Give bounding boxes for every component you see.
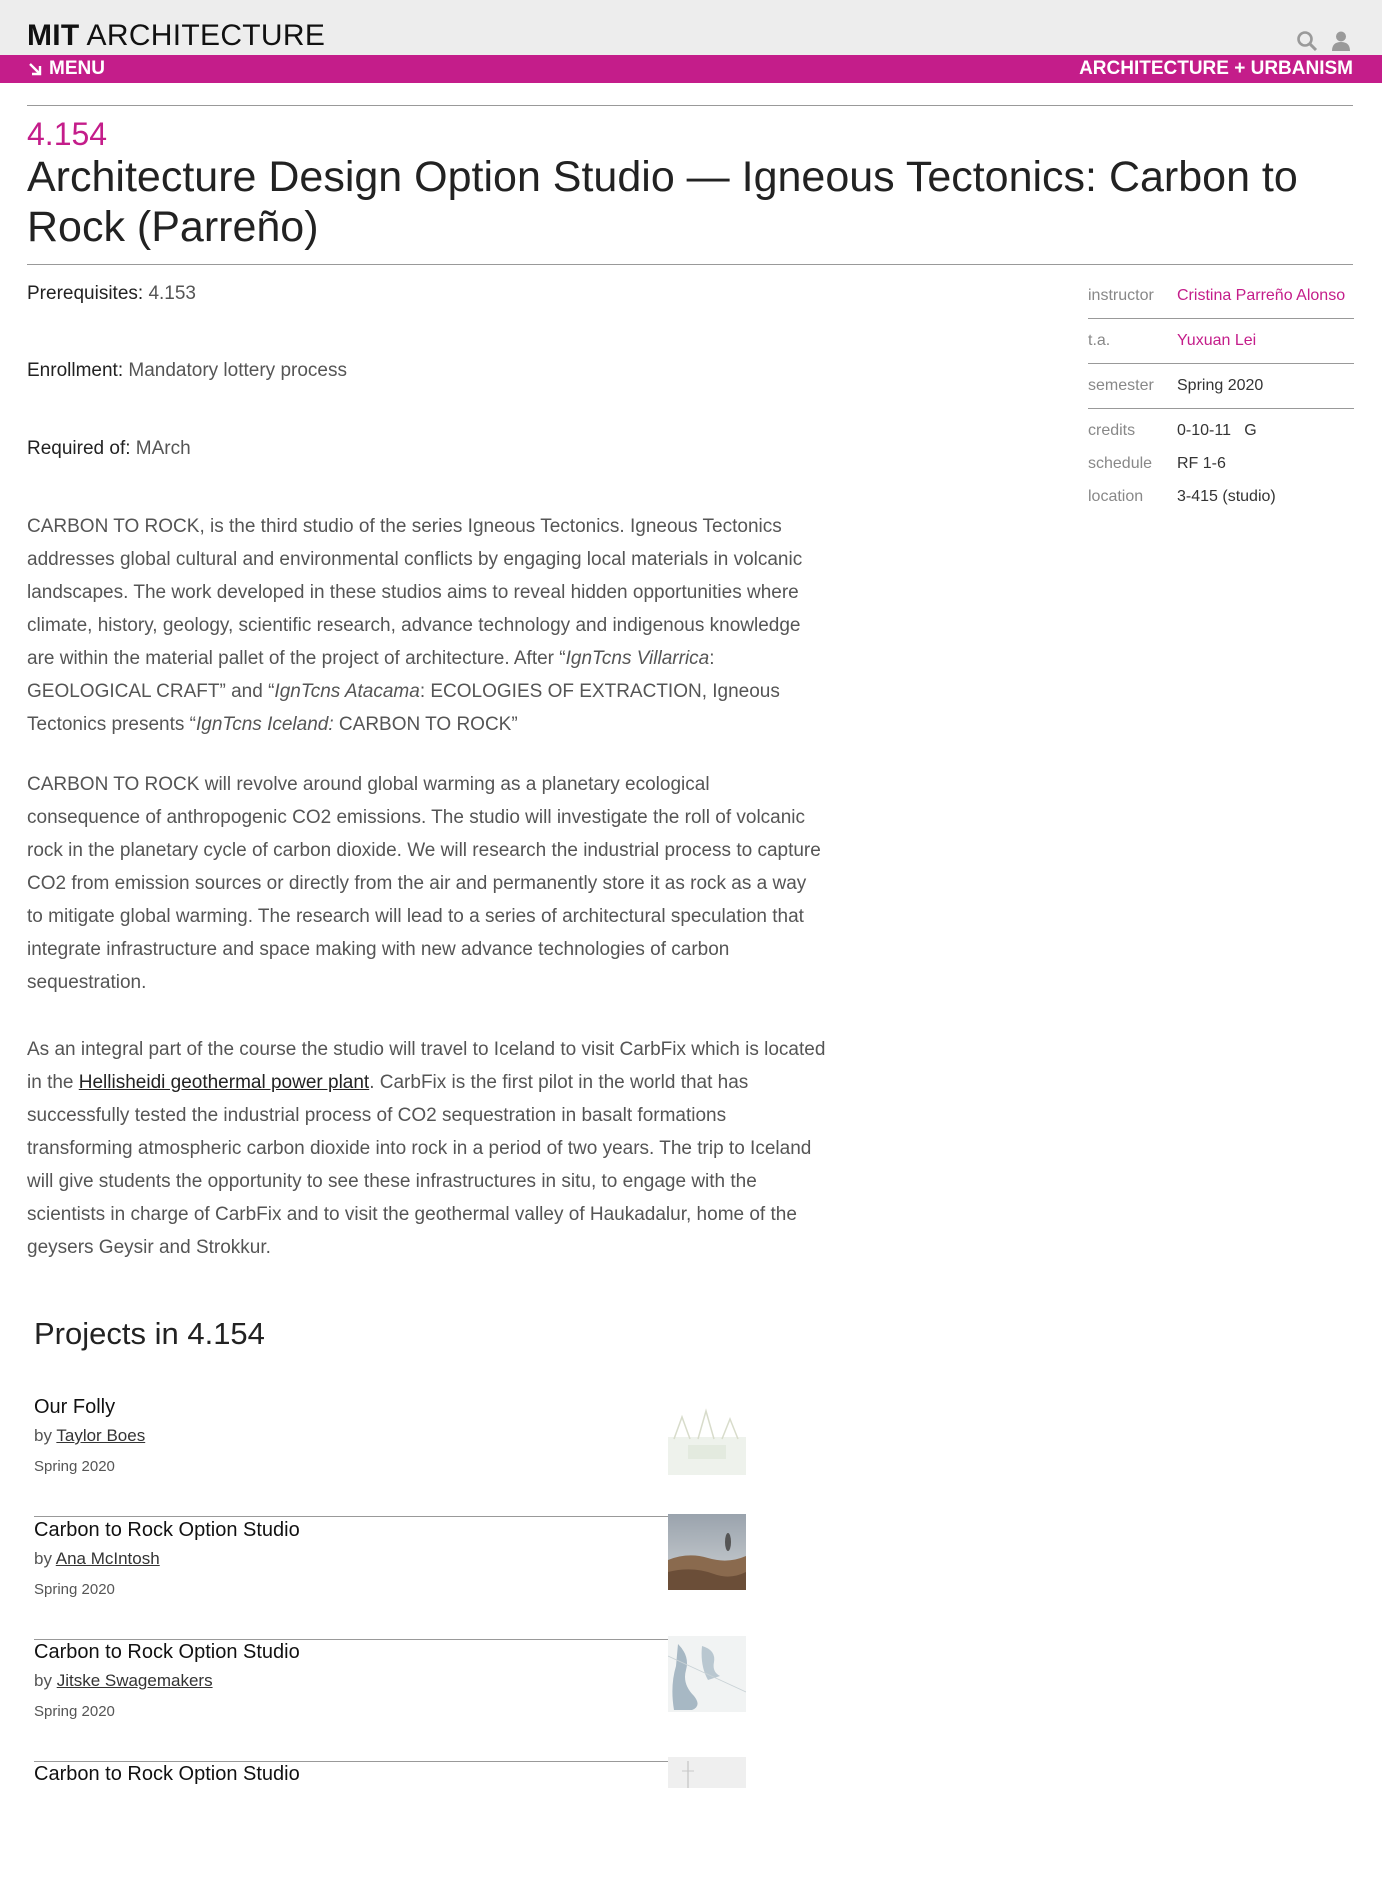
project-byline: by Ana McIntosh: [34, 1548, 160, 1570]
project-byline: by Taylor Boes: [34, 1425, 145, 1447]
project-item[interactable]: Carbon to Rock Option Studio by Jitske S…: [34, 1636, 746, 1762]
text: CARBON TO ROCK will revolve around globa…: [27, 774, 821, 993]
instructor-label: instructor: [1088, 287, 1154, 304]
section-link[interactable]: ARCHITECTURE + URBANISM: [1079, 55, 1353, 83]
project-thumbnail[interactable]: [668, 1636, 746, 1712]
enrollment-field: Enrollment: Mandatory lottery process: [27, 359, 347, 383]
search-icon[interactable]: [1296, 30, 1318, 52]
project-item[interactable]: Carbon to Rock Option Studio: [34, 1757, 746, 1883]
text: CARBON TO ROCK, is the third studio of t…: [27, 516, 803, 669]
project-title[interactable]: Carbon to Rock Option Studio: [34, 1761, 300, 1787]
schedule-label: schedule: [1088, 454, 1153, 472]
project-semester: Spring 2020: [34, 1581, 115, 1598]
italic-text: IgnTcns Iceland:: [195, 714, 334, 735]
ta-link[interactable]: Yuxuan Lei: [1177, 332, 1256, 350]
semester-row: semester Spring 2020: [1088, 364, 1354, 409]
semester-value: Spring 2020: [1177, 377, 1264, 394]
italic-text: IgnTcns Villarrica: [565, 648, 710, 669]
description-paragraph-1: CARBON TO ROCK, is the third studio of t…: [27, 510, 827, 741]
credits-row: credits 0-10-11 G: [1088, 414, 1354, 447]
ta-label: t.a.: [1088, 332, 1111, 349]
project-title[interactable]: Our Folly: [34, 1394, 115, 1420]
required-field: Required of: MArch: [27, 437, 191, 461]
by-label: by: [34, 1671, 57, 1690]
prerequisites-label: Prerequisites:: [27, 283, 144, 304]
menu-button[interactable]: MENU: [28, 55, 105, 83]
by-label: by: [34, 1549, 56, 1568]
instructor-link[interactable]: Cristina Parreño Alonso: [1177, 287, 1345, 305]
text: CARBON TO ROCK”: [333, 714, 518, 735]
text: . CarbFix is the first pilot in the worl…: [27, 1072, 812, 1258]
project-item[interactable]: Our Folly by Taylor Boes Spring 2020: [34, 1394, 746, 1517]
page-title: Architecture Design Option Studio — Igne…: [27, 153, 1298, 251]
description-paragraph-3: As an integral part of the course the st…: [27, 1033, 827, 1264]
prerequisites-value: 4.153: [143, 283, 196, 304]
logo-rest: ARCHITECTURE: [79, 19, 326, 52]
project-title[interactable]: Carbon to Rock Option Studio: [34, 1639, 300, 1665]
ta-row: t.a. Yuxuan Lei: [1088, 319, 1354, 364]
required-value: MArch: [130, 438, 191, 459]
description-paragraph-2: CARBON TO ROCK will revolve around globa…: [27, 768, 827, 999]
location-row: location 3-415 (studio): [1088, 480, 1354, 513]
location-value: 3-415 (studio): [1177, 487, 1276, 505]
author-link[interactable]: Taylor Boes: [56, 1426, 145, 1445]
schedule-value: RF 1-6: [1177, 454, 1226, 472]
top-bar: MIT ARCHITECTURE: [0, 0, 1382, 55]
italic-text: IgnTcns Atacama: [274, 681, 420, 702]
projects-heading: Projects in 4.154: [34, 1316, 265, 1351]
by-label: by: [34, 1426, 57, 1445]
site-logo[interactable]: MIT ARCHITECTURE: [27, 20, 325, 52]
project-thumbnail[interactable]: [668, 1514, 746, 1590]
author-link[interactable]: Ana McIntosh: [56, 1549, 160, 1568]
semester-label: semester: [1088, 377, 1154, 394]
divider: [27, 105, 1353, 106]
course-number: 4.154: [27, 116, 108, 152]
nav-bar: MENU ARCHITECTURE + URBANISM: [0, 55, 1382, 83]
project-thumbnail[interactable]: [668, 1757, 746, 1788]
project-thumbnail[interactable]: [668, 1399, 746, 1475]
user-icon[interactable]: [1330, 30, 1352, 52]
enrollment-value: Mandatory lottery process: [123, 360, 347, 381]
enrollment-label: Enrollment:: [27, 360, 124, 381]
logo-bold: MIT: [27, 19, 80, 52]
instructor-row: instructor Cristina Parreño Alonso: [1088, 274, 1354, 319]
divider: [27, 264, 1353, 265]
schedule-row: schedule RF 1-6: [1088, 447, 1354, 480]
required-label: Required of:: [27, 438, 131, 459]
power-plant-link[interactable]: Hellisheidi geothermal power plant: [79, 1072, 369, 1093]
author-link[interactable]: Jitske Swagemakers: [57, 1671, 213, 1690]
project-semester: Spring 2020: [34, 1458, 115, 1475]
project-semester: Spring 2020: [34, 1703, 115, 1720]
top-icons: [1296, 30, 1352, 52]
project-byline: by Jitske Swagemakers: [34, 1670, 213, 1692]
menu-arrow-icon: [29, 63, 42, 76]
course-info-sidebar: instructor Cristina Parreño Alonso t.a. Yu…: [1088, 274, 1354, 513]
project-item[interactable]: Carbon to Rock Option Studio by Ana McIn…: [34, 1514, 746, 1640]
credits-label: credits: [1088, 421, 1136, 439]
location-label: location: [1088, 487, 1144, 505]
credits-value: 0-10-11 G: [1177, 421, 1257, 439]
prerequisites-field: Prerequisites: 4.153: [27, 282, 196, 306]
project-title[interactable]: Carbon to Rock Option Studio: [34, 1517, 300, 1543]
menu-label: MENU: [49, 58, 105, 79]
